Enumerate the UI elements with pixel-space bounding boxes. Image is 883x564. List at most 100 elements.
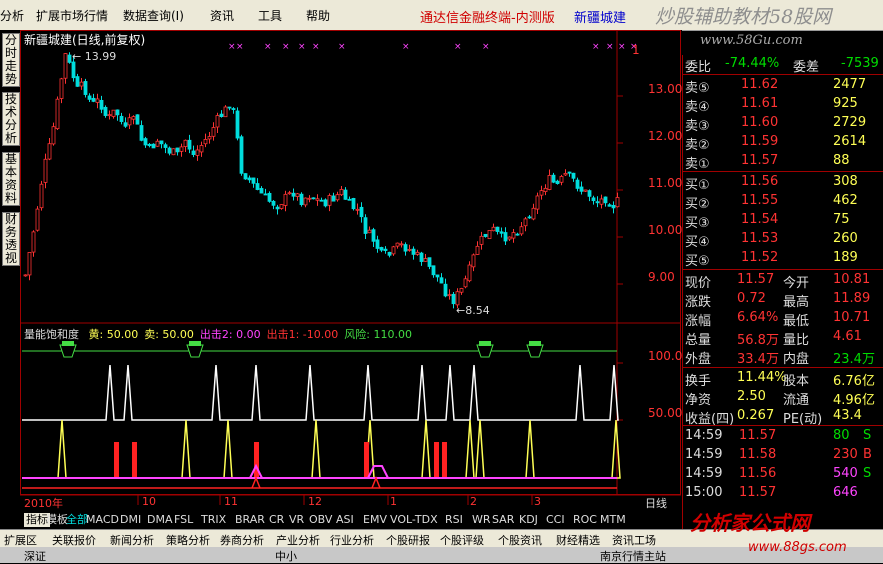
candle-body <box>215 115 220 128</box>
indicator-tab[interactable]: VR <box>287 513 306 527</box>
x-axis-label: 3 <box>534 495 541 508</box>
menu-data-query[interactable]: 数据查询(I) <box>123 7 184 24</box>
quote-stat2-row: 净资 2.50 流通 4.96亿 <box>685 389 875 408</box>
candle-body <box>55 98 60 130</box>
signal-x-mark: × <box>298 42 306 52</box>
indicator-tab[interactable]: TRIX <box>199 513 228 527</box>
info-tab[interactable]: 资讯工场 <box>612 532 656 548</box>
candle-body <box>43 158 48 183</box>
candle-body <box>343 189 348 200</box>
tab-technical[interactable]: 技术分析 <box>2 92 20 146</box>
candle-body <box>275 206 280 210</box>
candle-body <box>391 246 396 255</box>
indicator-tab[interactable]: OBV <box>307 513 334 527</box>
buy-level-row: 买① 11.56 308 <box>685 174 858 193</box>
candle-body <box>507 236 512 240</box>
candle-body <box>31 231 36 253</box>
indicator-tab[interactable]: CR <box>267 513 286 527</box>
candle-body <box>127 117 132 126</box>
indicator-tab[interactable]: DMI <box>118 513 143 527</box>
candle-body <box>459 288 464 293</box>
low-price-label: ←8.54 <box>456 304 490 317</box>
indicator-tab[interactable]: SAR <box>490 513 516 527</box>
candle-body <box>439 277 444 284</box>
candle-body <box>307 197 312 200</box>
candle-body <box>195 149 200 156</box>
indicator-tab[interactable]: ROC <box>571 513 599 527</box>
menu-extended-market[interactable]: 扩展市场行情 <box>36 7 108 24</box>
kline-chart[interactable]: × × × × × × × × × × × × × × ← 13.99←8.541 <box>20 30 682 510</box>
candle-body <box>403 244 408 252</box>
candle-body <box>83 81 88 95</box>
menu-tools[interactable]: 工具 <box>258 7 282 24</box>
candle-body <box>99 99 104 110</box>
indicator-item-4: 风险: 110.00 <box>344 328 412 341</box>
candle-body <box>371 229 376 242</box>
candle-body <box>347 198 352 201</box>
info-tab[interactable]: 扩展区 <box>4 532 37 548</box>
candle-body <box>495 226 500 232</box>
indicator-tab[interactable]: BRAR <box>233 513 267 527</box>
candle-body <box>211 127 216 137</box>
indicator-axis-label: 100.0 <box>648 349 683 363</box>
info-tab[interactable]: 券商分析 <box>220 532 264 548</box>
info-tab[interactable]: 个股评级 <box>440 532 484 548</box>
indicator-tab[interactable]: RSI <box>443 513 465 527</box>
status-server: 南京行情主站 <box>600 550 666 563</box>
indicator-tab[interactable]: MACD <box>84 513 121 527</box>
quote-stat-row: 涨幅 6.64% 最低 10.71 <box>685 310 871 329</box>
price-axis-label: 13.00 <box>648 82 683 96</box>
candle-body <box>243 173 248 180</box>
tab-financial[interactable]: 财务透视 <box>2 212 20 266</box>
indicator-tab[interactable]: VOL-TDX <box>388 513 440 527</box>
candle-body <box>39 183 44 209</box>
candle-body <box>527 216 532 219</box>
indicator-item-1: 卖: 50.00 <box>144 328 194 341</box>
tab-intraday[interactable]: 分时走势 <box>2 33 20 87</box>
candle-body <box>227 106 232 109</box>
menu-news[interactable]: 资讯 <box>210 7 234 24</box>
candle-body <box>487 230 492 239</box>
candle-body <box>591 197 596 202</box>
candle-body <box>315 198 320 201</box>
x-axis-label: 2010年 <box>24 497 63 510</box>
indicator-tab[interactable]: ASI <box>334 513 356 527</box>
info-tab[interactable]: 产业分析 <box>276 532 320 548</box>
candle-body <box>179 146 184 152</box>
indicator-tab[interactable]: MTM <box>598 513 628 527</box>
menu-analysis[interactable]: 分析 <box>0 7 24 24</box>
candle-body <box>407 248 412 251</box>
info-tab[interactable]: 财经精选 <box>556 532 600 548</box>
info-tab[interactable]: 个股研报 <box>386 532 430 548</box>
candle-body <box>503 232 508 242</box>
info-tab[interactable]: 策略分析 <box>166 532 210 548</box>
candle-body <box>115 109 120 116</box>
menu-help[interactable]: 帮助 <box>306 7 330 24</box>
info-tab[interactable]: 关联报价 <box>52 532 96 548</box>
candle-body <box>231 108 236 110</box>
tick-row: 14:59 11.57 80 S <box>685 428 872 443</box>
candle-body <box>387 251 392 256</box>
candle-body <box>539 190 544 196</box>
x-axis-label: 10 <box>142 495 156 508</box>
indicator-tab[interactable]: FSL <box>172 513 195 527</box>
info-tab[interactable]: 个股资讯 <box>498 532 542 548</box>
info-tab[interactable]: 行业分析 <box>330 532 374 548</box>
indicator-tab[interactable]: DMA <box>145 513 175 527</box>
candle-body <box>199 145 204 153</box>
indicator-tab[interactable]: CCI <box>544 513 567 527</box>
indicator-tab[interactable]: EMV <box>361 513 389 527</box>
candle-body <box>455 291 460 306</box>
candle-body <box>163 144 168 148</box>
price-axis-label: 11.00 <box>648 176 683 190</box>
candle-body <box>359 206 364 218</box>
info-tab[interactable]: 新闻分析 <box>110 532 154 548</box>
indicator-tab[interactable]: KDJ <box>517 513 540 527</box>
status-sme: 中小 <box>275 550 297 563</box>
candle-body <box>383 248 388 251</box>
tab-fundamental[interactable]: 基本资料 <box>2 152 20 206</box>
candle-body <box>483 233 488 237</box>
candle-body <box>35 208 40 231</box>
candle-body <box>519 226 524 235</box>
candle-body <box>599 198 604 205</box>
